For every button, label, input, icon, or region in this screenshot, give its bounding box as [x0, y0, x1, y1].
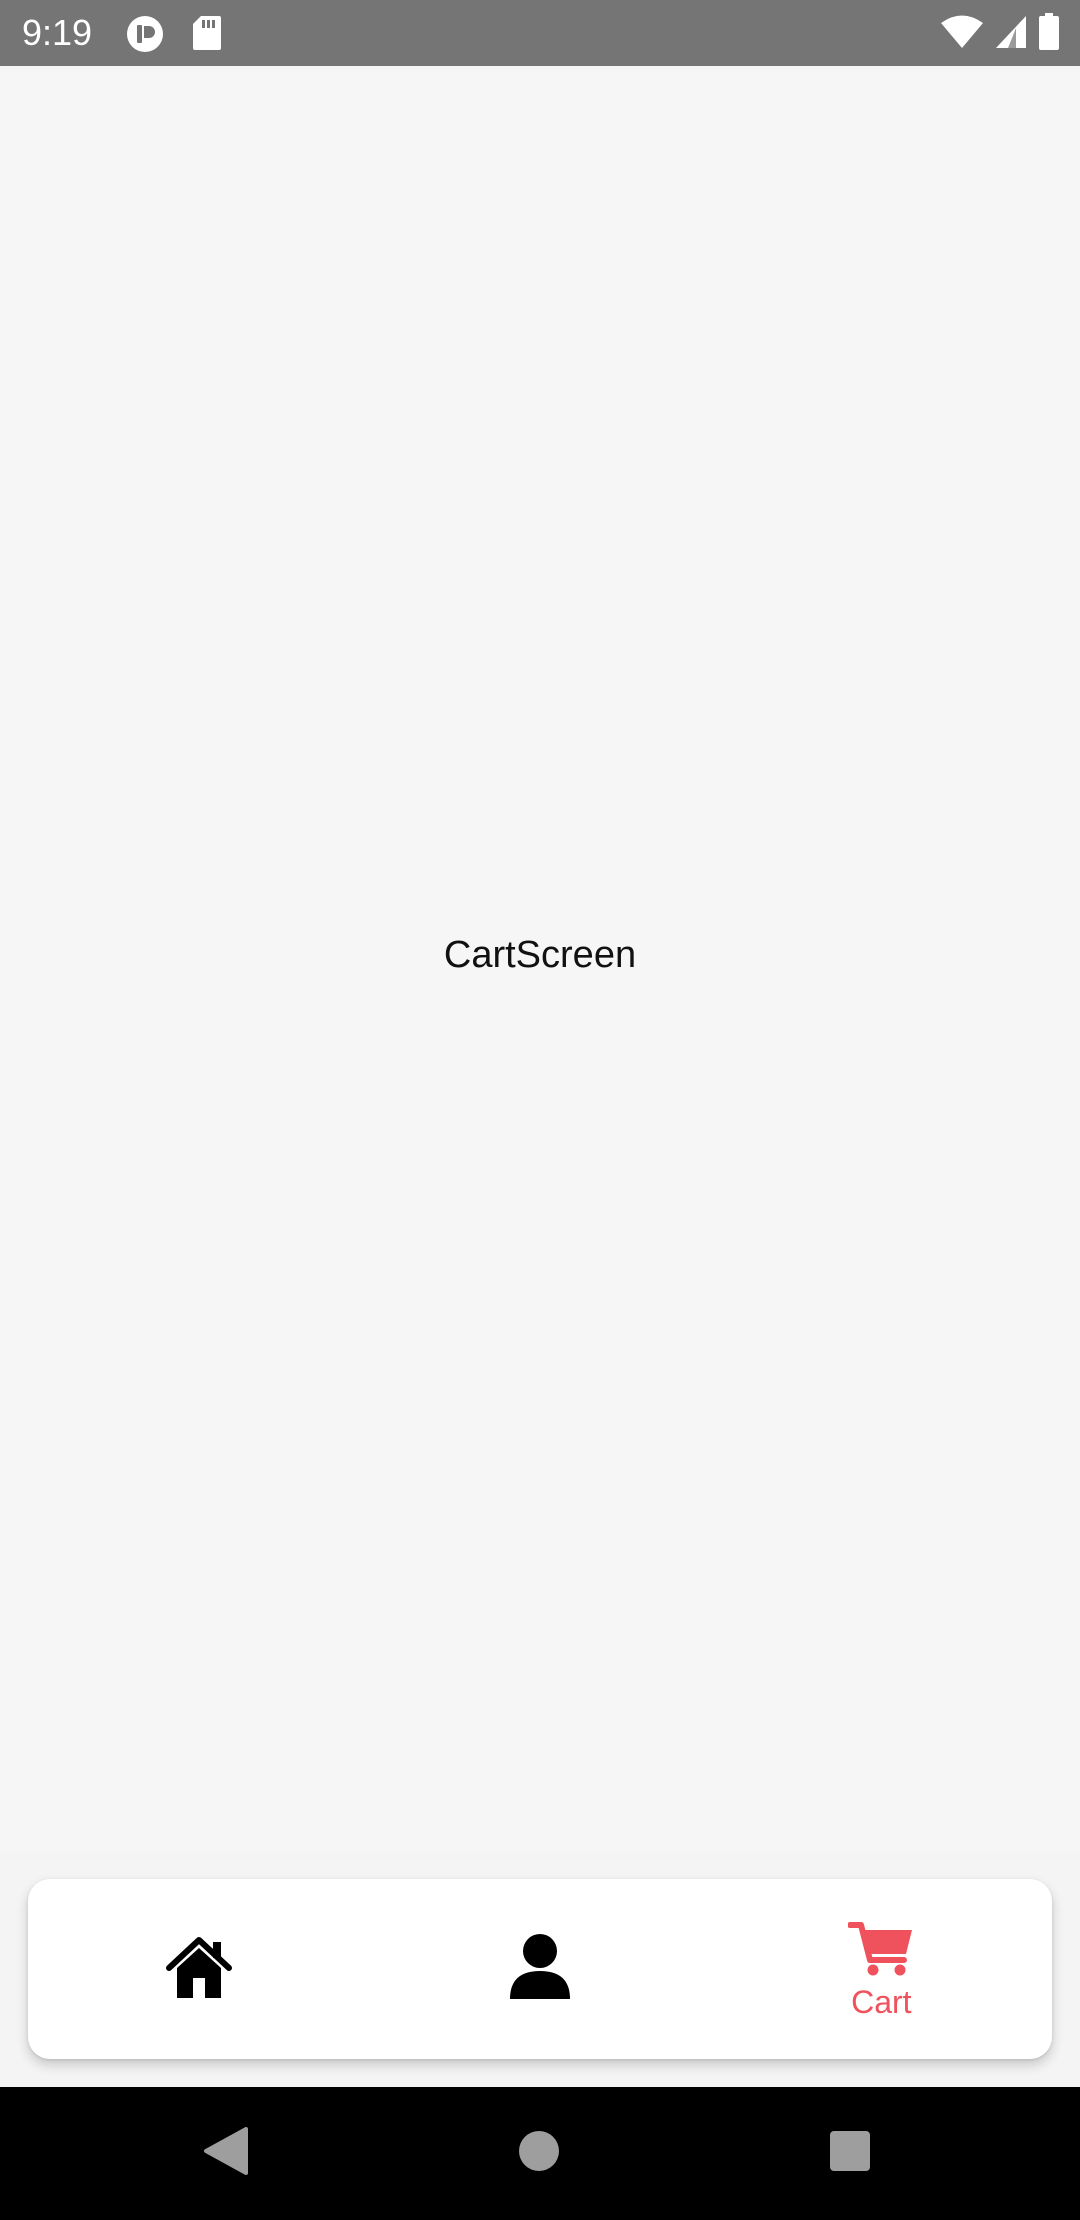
status-icons [940, 12, 1060, 56]
bottom-tab-bar: Cart [28, 1879, 1052, 2059]
tab-cart-label: Cart [851, 1983, 912, 2020]
system-nav-bar [0, 2087, 1080, 2220]
app-notification-icon [126, 15, 164, 53]
back-button[interactable] [192, 2120, 258, 2186]
recents-icon [829, 2130, 871, 2177]
status-bar: 9:19 [0, 0, 1080, 66]
user-icon [508, 1933, 572, 2006]
home-circle-icon [518, 2130, 560, 2177]
home-button[interactable] [506, 2120, 572, 2186]
tab-home[interactable] [28, 1879, 369, 2059]
cellular-signal-icon [994, 14, 1028, 55]
cart-icon [847, 1920, 914, 1983]
main-content: CartScreen [0, 66, 1080, 1851]
screen-label: CartScreen [443, 934, 637, 976]
tab-profile[interactable] [369, 1879, 710, 2059]
tab-cart[interactable]: Cart [711, 1879, 1052, 2059]
battery-icon [1038, 12, 1060, 56]
back-icon [202, 2126, 248, 2180]
bottom-tab-area: Cart [0, 1851, 1080, 2087]
status-time: 9:19 [22, 12, 93, 53]
sd-card-icon [192, 15, 230, 53]
home-icon [165, 1932, 233, 2007]
wifi-icon [940, 14, 984, 55]
recents-button[interactable] [817, 2120, 883, 2186]
